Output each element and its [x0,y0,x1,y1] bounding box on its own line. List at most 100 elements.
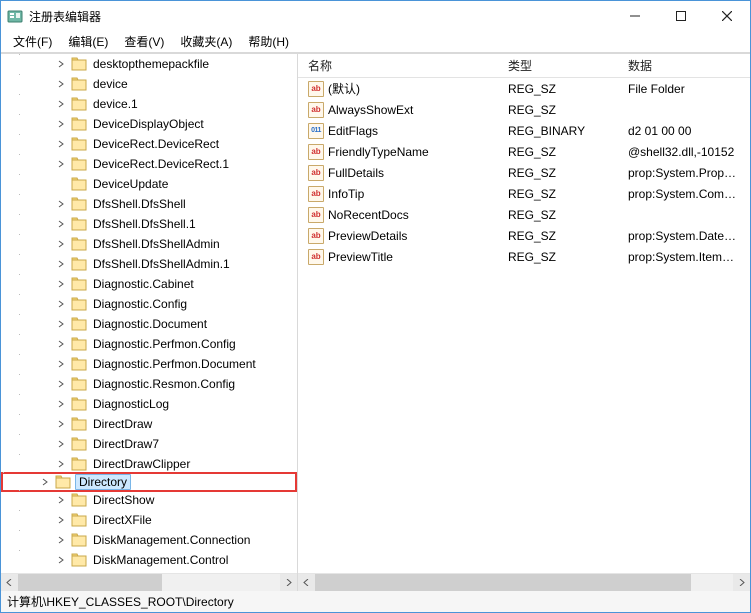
tree-item[interactable]: DfsShell.DfsShellAdmin.1 [1,254,297,274]
value-row[interactable]: PreviewTitleREG_SZprop:System.ItemName [298,246,750,267]
scroll-right-button[interactable] [280,574,297,591]
value-row[interactable]: EditFlagsREG_BINARYd2 01 00 00 [298,120,750,141]
value-row[interactable]: FullDetailsREG_SZprop:System.PropGroup [298,162,750,183]
tree-guide [19,394,55,414]
tree-item-label: desktopthemepackfile [91,57,211,71]
tree-item[interactable]: DeviceRect.DeviceRect.1 [1,154,297,174]
expand-chevron-icon[interactable] [55,280,67,288]
menu-favorites[interactable]: 收藏夹(A) [172,31,240,52]
tree-item[interactable]: DirectXFile [1,510,297,530]
value-row[interactable]: FriendlyTypeNameREG_SZ@shell32.dll,-1015… [298,141,750,162]
tree-item[interactable]: Diagnostic.Resmon.Config [1,374,297,394]
tree-item[interactable]: device [1,74,297,94]
tree-guide [19,54,55,74]
tree-scroll-area[interactable]: desktopthemepackfiledevicedevice.1Device… [1,54,297,573]
menu-help[interactable]: 帮助(H) [240,31,297,52]
tree-item[interactable]: DirectDrawClipper [1,454,297,474]
value-row[interactable]: (默认)REG_SZFile Folder [298,78,750,99]
scroll-thumb[interactable] [315,574,691,591]
expand-chevron-icon[interactable] [55,240,67,248]
listview-body: (默认)REG_SZFile FolderAlwaysShowExtREG_SZ… [298,78,750,267]
tree-item[interactable]: DiskManagement.Connection [1,530,297,550]
expand-chevron-icon[interactable] [55,360,67,368]
titlebar[interactable]: 注册表编辑器 [1,1,750,31]
column-header-name[interactable]: 名称 [298,57,498,74]
value-row[interactable]: PreviewDetailsREG_SZprop:System.DateModi… [298,225,750,246]
scroll-track[interactable] [315,574,733,591]
expand-chevron-icon[interactable] [55,60,67,68]
expand-chevron-icon[interactable] [55,340,67,348]
tree-item[interactable]: DfsShell.DfsShell.1 [1,214,297,234]
tree-item-label: device [91,77,130,91]
tree-item[interactable]: DirectDraw [1,414,297,434]
expand-chevron-icon[interactable] [55,120,67,128]
tree-item-label: DirectShow [91,493,156,507]
values-listview[interactable]: 名称 类型 数据 (默认)REG_SZFile FolderAlwaysShow… [298,54,750,573]
scroll-track[interactable] [18,574,280,591]
menu-file[interactable]: 文件(F) [5,31,60,52]
expand-chevron-icon[interactable] [55,300,67,308]
tree-item[interactable]: Diagnostic.Cabinet [1,274,297,294]
expand-chevron-icon[interactable] [55,100,67,108]
value-row[interactable]: NoRecentDocsREG_SZ [298,204,750,225]
column-header-type[interactable]: 类型 [498,57,618,74]
tree-guide [19,490,55,510]
statusbar-path: 计算机\HKEY_CLASSES_ROOT\Directory [7,593,234,610]
values-pane: 名称 类型 数据 (默认)REG_SZFile FolderAlwaysShow… [298,54,750,590]
expand-chevron-icon[interactable] [55,536,67,544]
expand-chevron-icon[interactable] [55,420,67,428]
expand-chevron-icon[interactable] [39,478,51,486]
string-value-icon [308,228,324,244]
scroll-thumb[interactable] [18,574,162,591]
maximize-button[interactable] [658,1,704,31]
menu-view[interactable]: 查看(V) [116,31,172,52]
expand-chevron-icon[interactable] [55,556,67,564]
tree-item[interactable]: Diagnostic.Config [1,294,297,314]
values-horizontal-scrollbar[interactable] [298,573,750,590]
tree-item[interactable]: Diagnostic.Perfmon.Document [1,354,297,374]
expand-chevron-icon[interactable] [55,440,67,448]
close-button[interactable] [704,1,750,31]
tree-item[interactable]: DeviceUpdate [1,174,297,194]
expand-chevron-icon[interactable] [55,80,67,88]
scroll-left-button[interactable] [298,574,315,591]
tree-item[interactable]: Directory [1,472,297,492]
folder-icon [71,357,87,371]
tree-item[interactable]: DeviceDisplayObject [1,114,297,134]
value-row[interactable]: AlwaysShowExtREG_SZ [298,99,750,120]
tree-item[interactable]: Diagnostic.Perfmon.Config [1,334,297,354]
menu-edit[interactable]: 编辑(E) [60,31,116,52]
expand-chevron-icon[interactable] [55,320,67,328]
value-name-cell: InfoTip [298,186,498,202]
expand-chevron-icon[interactable] [55,200,67,208]
tree-item[interactable]: DiskManagement.Control [1,550,297,570]
tree-item[interactable]: device.1 [1,94,297,114]
value-row[interactable]: InfoTipREG_SZprop:System.Comment [298,183,750,204]
expand-chevron-icon[interactable] [55,140,67,148]
minimize-button[interactable] [612,1,658,31]
tree-item[interactable]: Diagnostic.Document [1,314,297,334]
scroll-right-button[interactable] [733,574,750,591]
tree-item[interactable]: DirectDraw7 [1,434,297,454]
tree-guide [19,354,55,374]
expand-chevron-icon[interactable] [55,220,67,228]
expand-chevron-icon[interactable] [55,460,67,468]
tree-item[interactable]: DfsShell.DfsShellAdmin [1,234,297,254]
tree-item[interactable]: DirectShow [1,490,297,510]
expand-chevron-icon[interactable] [55,380,67,388]
tree-item[interactable]: DiagnosticLog [1,394,297,414]
scroll-left-button[interactable] [1,574,18,591]
expand-chevron-icon[interactable] [55,260,67,268]
value-type: REG_SZ [498,250,618,264]
tree-item[interactable]: DeviceRect.DeviceRect [1,134,297,154]
folder-icon [71,437,87,451]
expand-chevron-icon[interactable] [55,400,67,408]
expand-chevron-icon[interactable] [55,160,67,168]
expand-chevron-icon[interactable] [55,516,67,524]
tree-item[interactable]: DfsShell.DfsShell [1,194,297,214]
tree-horizontal-scrollbar[interactable] [1,573,297,590]
value-name: AlwaysShowExt [328,103,413,117]
expand-chevron-icon[interactable] [55,496,67,504]
column-header-data[interactable]: 数据 [618,57,750,74]
tree-item[interactable]: desktopthemepackfile [1,54,297,74]
